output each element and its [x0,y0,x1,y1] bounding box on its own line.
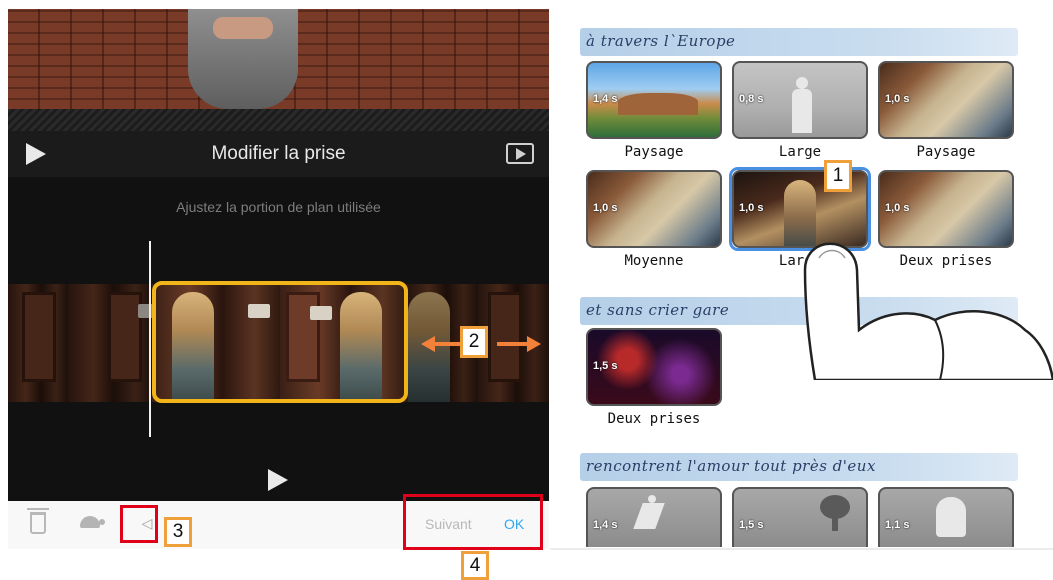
section-heading: à travers l`Europe [580,28,1018,56]
clip-thumbnail[interactable]: 1,1 s [878,487,1014,547]
section-title: rencontrent l'amour tout près d'eux [586,457,876,475]
clip-label: Paysage [916,144,976,160]
clip-duration: 1,0 s [593,202,618,214]
page-title: Modifier la prise [211,143,346,164]
clip-label: Moyenne [624,253,684,269]
clip-thumbnail[interactable]: 1,0 s [586,170,722,248]
trim-editor: Modifier la prise Ajustez la portion de … [8,9,549,549]
section-title: à travers l`Europe [586,32,736,50]
clip-thumbnail[interactable]: 1,5 s [732,487,868,547]
turtle-slow-icon[interactable] [80,516,105,528]
trim-hint: Ajustez la portion de plan utilisée [176,199,381,215]
section-heading: et sans crier gare [580,297,1018,325]
callout-3: 3 [164,517,192,547]
preview-divider [8,109,549,131]
callout-1: 1 [824,160,852,192]
editor-toolbar: Modifier la prise [8,131,549,177]
clip-duration: 0,8 s [739,93,764,105]
highlight-nav-buttons [403,494,543,550]
play-icon[interactable] [268,469,288,491]
clip-duration: 1,4 s [593,93,618,105]
filmstrip-frame [68,284,152,402]
callout-2: 2 [460,326,488,358]
screenshot-root: Modifier la prise Ajustez la portion de … [0,0,1053,580]
clip-thumbnail[interactable]: 1,0 s [878,170,1014,248]
clip-duration: 1,0 s [885,93,910,105]
clip-duration: 1,5 s [593,360,618,372]
clip-thumbnail[interactable]: 0,8 s [732,61,868,139]
trash-icon[interactable] [27,508,49,534]
video-preview [8,9,549,109]
clip-label: Large [778,253,822,269]
clip-label: Deux prises [899,253,993,269]
callout-4: 4 [461,551,489,580]
filmstrip-frame [8,284,68,402]
section-title: et sans crier gare [586,301,730,319]
clip-thumbnail[interactable]: 1,5 s [586,328,722,406]
clip-label: Deux prises [607,411,701,427]
clip-browser: à travers l`Europe 1,4 s Paysage 0,8 s L… [566,0,1053,580]
trim-selection-handle[interactable] [152,281,408,403]
clip-thumbnail[interactable]: 1,4 s [586,487,722,547]
clip-thumbnail[interactable]: 1,0 s [878,61,1014,139]
fullscreen-preview-icon[interactable] [506,143,534,164]
playhead[interactable] [149,241,151,437]
clip-thumbnail[interactable]: 1,4 s [586,61,722,139]
clip-label: Paysage [624,144,684,160]
highlight-mute [120,505,158,543]
hands [213,17,273,39]
divider [550,548,1053,550]
section-heading: rencontrent l'amour tout près d'eux [580,453,1018,481]
clip-duration: 1,4 s [593,519,618,531]
clip-duration: 1,1 s [885,519,910,531]
clip-duration: 1,0 s [885,202,910,214]
clip-label: Large [778,144,822,160]
clip-duration: 1,5 s [739,519,764,531]
